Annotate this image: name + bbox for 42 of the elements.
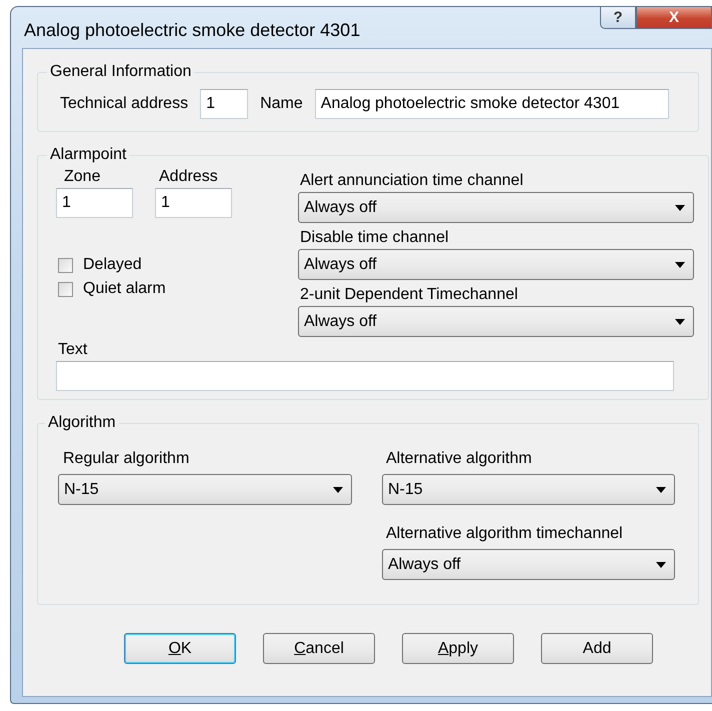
field-label: Name bbox=[260, 95, 303, 113]
dropdown[interactable]: Always off bbox=[298, 306, 694, 337]
dropdown-arrow-icon bbox=[656, 486, 666, 492]
close-button[interactable]: X bbox=[636, 7, 712, 29]
checkbox-label: Delayed bbox=[83, 256, 142, 274]
checkbox[interactable] bbox=[58, 258, 73, 272]
field-label: Alternative algorithm bbox=[386, 450, 533, 468]
field-label: Alert annunciation time channel bbox=[300, 172, 524, 190]
input-field[interactable] bbox=[56, 361, 674, 391]
field-label: Disable time channel bbox=[300, 229, 450, 247]
dropdown-arrow-icon bbox=[675, 262, 685, 268]
dialog-button[interactable]: Cancel bbox=[263, 633, 375, 664]
checkbox[interactable] bbox=[58, 282, 73, 296]
field-label: Regular algorithm bbox=[63, 450, 190, 468]
field-label: 2-unit Dependent Timechannel bbox=[300, 286, 519, 304]
window-title: Analog photoelectric smoke detector 4301 bbox=[24, 20, 360, 41]
group-title: General Information bbox=[49, 63, 192, 81]
dialog-button[interactable]: Add bbox=[541, 633, 653, 664]
help-button[interactable]: ? bbox=[600, 7, 636, 29]
checkbox-label: Quiet alarm bbox=[83, 280, 166, 298]
dropdown-arrow-icon bbox=[333, 486, 343, 492]
dropdown[interactable]: Always off bbox=[298, 249, 694, 280]
dropdown-arrow-icon bbox=[675, 318, 685, 324]
field-label: Alternative algorithm timechannel bbox=[386, 525, 624, 543]
dropdown[interactable]: N-15 bbox=[58, 474, 352, 505]
input-field[interactable]: Analog photoelectric smoke detector 4301 bbox=[314, 89, 669, 119]
dialog-button[interactable]: Apply bbox=[402, 633, 514, 664]
input-field[interactable]: 1 bbox=[155, 188, 232, 218]
dropdown-arrow-icon bbox=[656, 562, 666, 568]
field-label: Technical address bbox=[60, 95, 188, 113]
dropdown[interactable]: Always off bbox=[382, 549, 675, 580]
field-label: Text bbox=[58, 341, 88, 359]
field-label: Address bbox=[159, 168, 219, 186]
group-title: Algorithm bbox=[47, 414, 117, 432]
field-label: Zone bbox=[64, 168, 102, 186]
dropdown[interactable]: N-15 bbox=[382, 474, 675, 505]
dropdown[interactable]: Always off bbox=[298, 192, 694, 223]
input-field[interactable]: 1 bbox=[200, 89, 248, 119]
group-title: Alarmpoint bbox=[49, 146, 128, 164]
input-field[interactable]: 1 bbox=[56, 188, 133, 218]
dropdown-arrow-icon bbox=[675, 204, 685, 210]
dialog-button[interactable]: OK bbox=[124, 633, 236, 664]
